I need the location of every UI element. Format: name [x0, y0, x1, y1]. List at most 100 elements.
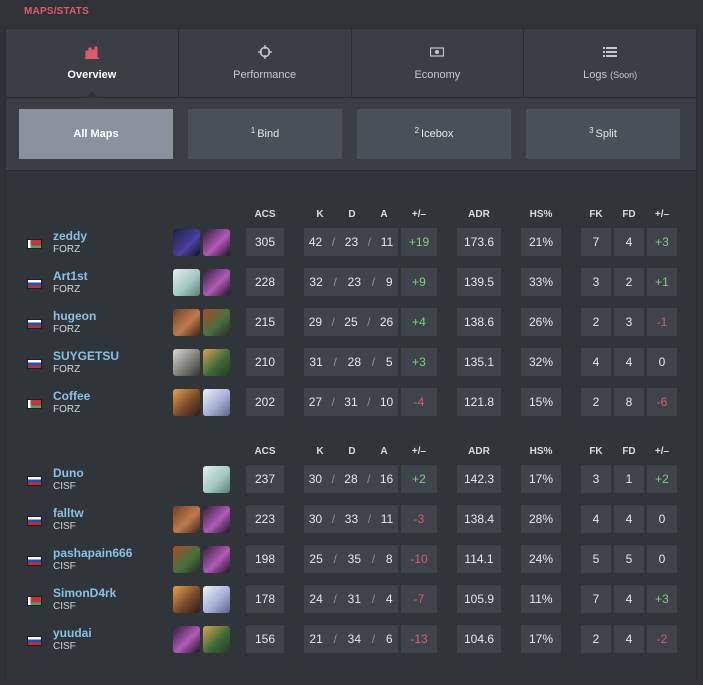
acs-value: 215 [246, 308, 284, 336]
agent-reyna-icon [203, 546, 230, 573]
kill-diff-value: -10 [401, 545, 437, 573]
column-header-hs: HS% [529, 446, 553, 457]
kda-separator: / [371, 632, 376, 646]
hs-percent-value: 28% [521, 505, 561, 533]
map-number: 1 [250, 125, 256, 135]
player-name-link[interactable]: falltw [53, 506, 84, 520]
player-name-link[interactable]: yuudai [53, 626, 92, 640]
agent-sage-icon [203, 466, 230, 493]
agent-reyna-icon [203, 269, 230, 296]
player-row: SimonD4rk CISF 178 24/31/4 -7 105.9 11% 7 4 +3 [6, 585, 696, 615]
first-kills-value: 5 [581, 545, 611, 573]
kills-value: 25 [309, 552, 323, 566]
kda-values: 30 / 28 / 16 [304, 465, 398, 493]
agent-phoenix-icon [173, 389, 200, 416]
kill-diff-value: +3 [401, 348, 437, 376]
agent-reyna-icon [173, 626, 200, 653]
kda-separator: / [367, 235, 372, 249]
flag-icon [27, 556, 42, 566]
assists-value: 4 [385, 592, 393, 606]
flag-icon [27, 239, 42, 249]
kda-values: 27 / 31 / 10 [304, 388, 398, 416]
kda-separator: / [367, 472, 371, 486]
player-row: Coffee FORZ 202 27 / 31 / 10 -4 121.8 15% 2 8 -6 [6, 388, 696, 418]
deaths-value: 23 [347, 275, 362, 289]
first-kill-diff-value: +3 [647, 585, 677, 613]
map-label: All Maps [73, 128, 119, 140]
kda-values: 42 / 23 / 11 [304, 228, 398, 256]
kills-value: 31 [309, 355, 323, 369]
kda-separator: / [331, 395, 335, 409]
agent-phoenix-icon [173, 586, 200, 613]
column-header-pm: +/– [411, 209, 427, 220]
flag-icon [27, 319, 42, 329]
hs-percent-value: 11% [521, 585, 561, 613]
kda-separator: / [331, 472, 335, 486]
stats-tabs: Overview Performance Economy Logs (Soon) [6, 29, 696, 98]
kda-separator: / [371, 552, 376, 566]
column-header-k: K [316, 446, 324, 457]
agent-brim-icon [173, 309, 200, 336]
kills-value: 24 [309, 592, 323, 606]
deaths-value: 33 [344, 512, 359, 526]
first-deaths-value: 4 [614, 625, 644, 653]
column-header-adr: ADR [468, 209, 490, 220]
player-name-link[interactable]: pashapain666 [53, 546, 132, 560]
kill-diff-value: +19 [401, 228, 437, 256]
map-button-split[interactable]: 3 Split [526, 109, 680, 159]
player-name-link[interactable]: Coffee [53, 389, 90, 403]
assists-value: 11 [380, 512, 394, 526]
player-team: FORZ [53, 324, 81, 335]
player-name-link[interactable]: SimonD4rk [53, 586, 116, 600]
agent-raze-icon [203, 309, 230, 336]
tab-logs[interactable]: Logs (Soon) [524, 29, 696, 97]
agent-jett-icon [203, 389, 230, 416]
map-button-bind[interactable]: 1 Bind [188, 109, 342, 159]
assists-value: 11 [380, 235, 394, 249]
acs-value: 202 [246, 388, 284, 416]
player-name-link[interactable]: Duno [53, 466, 84, 480]
agent-reyna-icon [203, 229, 230, 256]
player-row: SUYGETSU FORZ 210 31/28/5 +3 135.1 32% 4 4 0 [6, 348, 696, 378]
first-kill-diff-value: 0 [647, 505, 677, 533]
kda-separator: / [333, 355, 337, 369]
kda-separator: / [371, 355, 376, 369]
adr-value: 121.8 [457, 388, 501, 416]
hs-percent-value: 17% [521, 625, 561, 653]
hs-percent-value: 32% [521, 348, 561, 376]
deaths-value: 23 [344, 235, 359, 249]
first-kill-diff-value: +3 [647, 228, 677, 256]
top-bar: MAPS/STATS [0, 0, 703, 28]
player-name-link[interactable]: hugeon [53, 309, 96, 323]
player-name-link[interactable]: zeddy [53, 229, 87, 243]
flag-icon [27, 476, 42, 486]
kda-values: 21 / 34 / 6 [304, 625, 398, 653]
column-header-pm: +/– [411, 446, 427, 457]
player-row: Duno CISF 237 30/28/16 +2 142.3 17% 3 1 +2 [6, 465, 696, 495]
player-team: CISF [53, 601, 76, 612]
adr-value: 104.6 [457, 625, 501, 653]
player-row: yuudai CISF 156 21 / 34 / 6 -13 104.6 17% 2 4 -2 [6, 625, 696, 655]
deaths-value: 35 [347, 552, 362, 566]
kda-values: 31 / 28 / 5 [304, 348, 398, 376]
player-name-link[interactable]: Art1st [53, 269, 88, 283]
kda-separator: / [331, 235, 336, 249]
flag-icon [27, 279, 42, 289]
active-tab-caret [84, 91, 99, 98]
map-button-icebox[interactable]: 2 Icebox [357, 109, 511, 159]
first-kill-diff-value: 0 [647, 348, 677, 376]
tab-economy[interactable]: Economy [352, 29, 525, 97]
kda-values: 24 / 31 / 4 [304, 585, 398, 613]
agent-reyna-icon [203, 506, 230, 533]
acs-value: 156 [246, 625, 284, 653]
kda-separator: / [333, 592, 337, 606]
player-row: pashapain666 CISF 198 25/35/8 -10 114.1 24% 5 5 0 [6, 545, 696, 575]
first-kill-diff-value: +2 [647, 465, 677, 493]
kill-diff-value: -3 [401, 505, 437, 533]
first-kills-value: 3 [581, 268, 611, 296]
tab-overview[interactable]: Overview [6, 29, 179, 98]
acs-value: 210 [246, 348, 284, 376]
player-name-link[interactable]: SUYGETSU [53, 349, 119, 363]
tab-performance[interactable]: Performance [179, 29, 352, 97]
map-button-all[interactable]: All Maps [19, 109, 173, 159]
